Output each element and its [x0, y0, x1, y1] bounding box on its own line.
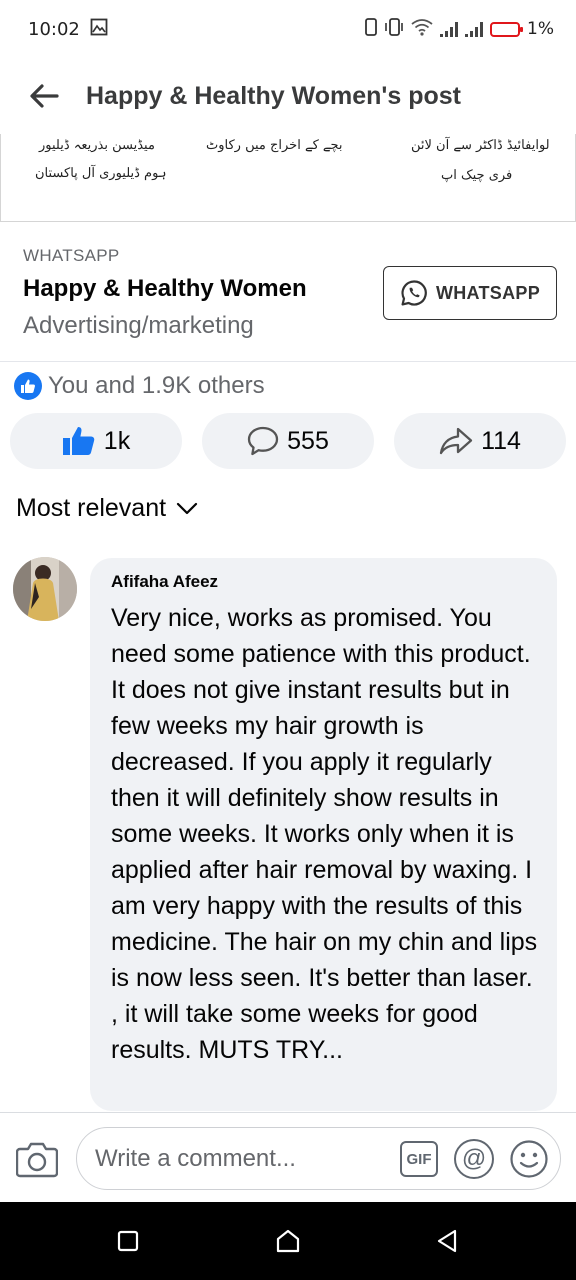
- like-button[interactable]: 1k: [10, 413, 182, 469]
- back-button[interactable]: [14, 66, 74, 126]
- page-name[interactable]: Happy & Healthy Women: [23, 275, 307, 303]
- ad-text: بچے کے اخراج میں رکاوٹ: [206, 138, 343, 153]
- ad-caption: WHATSAPP: [23, 246, 120, 265]
- signal-1-icon: [440, 21, 459, 37]
- system-nav-bar: [0, 1202, 576, 1280]
- share-button[interactable]: 114: [394, 413, 566, 469]
- comment-placeholder: Write a comment...: [95, 1145, 296, 1172]
- share-count: 114: [481, 426, 521, 455]
- comment-button[interactable]: 555: [202, 413, 374, 469]
- chevron-down-icon: [176, 502, 198, 514]
- smiley-icon: [510, 1140, 548, 1178]
- ad-text: میڈیسن بذریعہ ڈیلیور: [39, 138, 155, 153]
- comment-text: Very nice, works as promised. You need s…: [111, 604, 538, 1064]
- comment-bubble[interactable]: Afifaha Afeez Very nice, works as promis…: [90, 558, 557, 1111]
- status-bar: 10:02 1%: [0, 0, 576, 58]
- whatsapp-button-label: WHATSAPP: [435, 282, 541, 303]
- whatsapp-icon: [401, 280, 427, 306]
- page-category: Advertising/marketing: [23, 312, 254, 339]
- mention-button[interactable]: @: [454, 1139, 494, 1179]
- battery-percent: 1%: [527, 19, 554, 39]
- recents-button[interactable]: [113, 1226, 143, 1256]
- page-title: Happy & Healthy Women's post: [86, 81, 461, 110]
- whatsapp-button[interactable]: WHATSAPP: [383, 266, 557, 320]
- home-icon: [276, 1229, 300, 1253]
- comment-sort-dropdown[interactable]: Most relevant: [16, 494, 198, 523]
- sort-label: Most relevant: [16, 494, 167, 522]
- ad-text: فری چیک اپ: [441, 168, 513, 183]
- action-row: 1k 555 114: [10, 413, 566, 469]
- back-nav-button[interactable]: [432, 1226, 462, 1256]
- share-arrow-icon: [439, 427, 473, 455]
- app-header: Happy & Healthy Women's post: [0, 58, 576, 134]
- camera-button[interactable]: [15, 1140, 59, 1178]
- signal-2-icon: [465, 21, 484, 37]
- ad-image[interactable]: میڈیسن بذریعہ ڈیلیور ہوم ڈیلیوری آل پاکس…: [0, 134, 576, 222]
- battery-icon: [490, 21, 524, 37]
- triangle-back-icon: [437, 1229, 457, 1253]
- comment-composer: Write a comment... GIF @: [0, 1113, 576, 1202]
- vibrate-icon: [384, 17, 404, 41]
- emoji-button[interactable]: [509, 1139, 549, 1179]
- gallery-notification-icon: [90, 18, 108, 40]
- thumbs-up-icon: [62, 427, 95, 455]
- wifi-icon: [411, 18, 433, 41]
- camera-icon: [15, 1142, 59, 1178]
- comment-count: 555: [287, 426, 329, 455]
- like-icon: [14, 372, 42, 400]
- ad-text: ہوم ڈیلیوری آل پاکستان: [35, 166, 167, 181]
- comment-author[interactable]: Afifaha Afeez: [111, 572, 539, 592]
- status-time: 10:02: [28, 18, 80, 40]
- gif-button[interactable]: GIF: [400, 1141, 438, 1177]
- ad-text: لوایفائیڈ ڈاکٹر سے آن لائن: [411, 138, 550, 153]
- sim-icon: [365, 17, 377, 41]
- comment-bubble-icon: [247, 426, 279, 456]
- comment-input[interactable]: Write a comment... GIF @: [76, 1127, 561, 1190]
- reactions-count-text: You and 1.9K others: [48, 372, 265, 399]
- whatsapp-ad-card: WHATSAPP Happy & Healthy Women Advertisi…: [0, 222, 576, 362]
- square-icon: [117, 1230, 139, 1252]
- arrow-left-icon: [30, 84, 59, 108]
- like-count: 1k: [103, 426, 131, 455]
- home-button[interactable]: [273, 1226, 303, 1256]
- reaction-summary[interactable]: You and 1.9K others: [14, 370, 265, 402]
- avatar[interactable]: [13, 557, 77, 621]
